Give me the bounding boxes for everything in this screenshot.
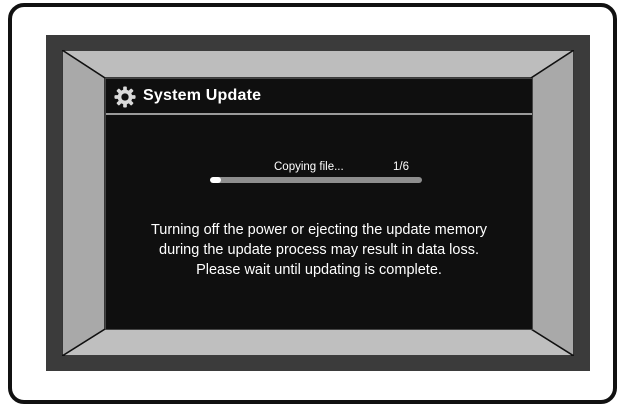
- bevel-right: [530, 50, 574, 356]
- warning-message: Turning off the power or ejecting the up…: [106, 220, 532, 280]
- progress-count: 1/6: [393, 161, 409, 173]
- title-bar: System Update: [106, 79, 532, 113]
- bevel-bottom: [62, 328, 574, 356]
- progress-label: Copying file...: [274, 161, 344, 173]
- bevel-top: [62, 50, 574, 79]
- gear-icon: [114, 86, 136, 108]
- warning-line: Please wait until updating is complete.: [196, 262, 442, 278]
- dialog-title: System Update: [143, 87, 262, 104]
- bevel-left: [62, 50, 106, 356]
- progress-fill: [210, 177, 221, 183]
- warning-line: during the update process may result in …: [159, 242, 479, 258]
- update-screen: System Update Copying file... 1/6 Turnin…: [105, 78, 533, 330]
- warning-line: Turning off the power or ejecting the up…: [150, 222, 488, 238]
- progress-bar: [210, 177, 422, 183]
- title-divider: [106, 113, 532, 115]
